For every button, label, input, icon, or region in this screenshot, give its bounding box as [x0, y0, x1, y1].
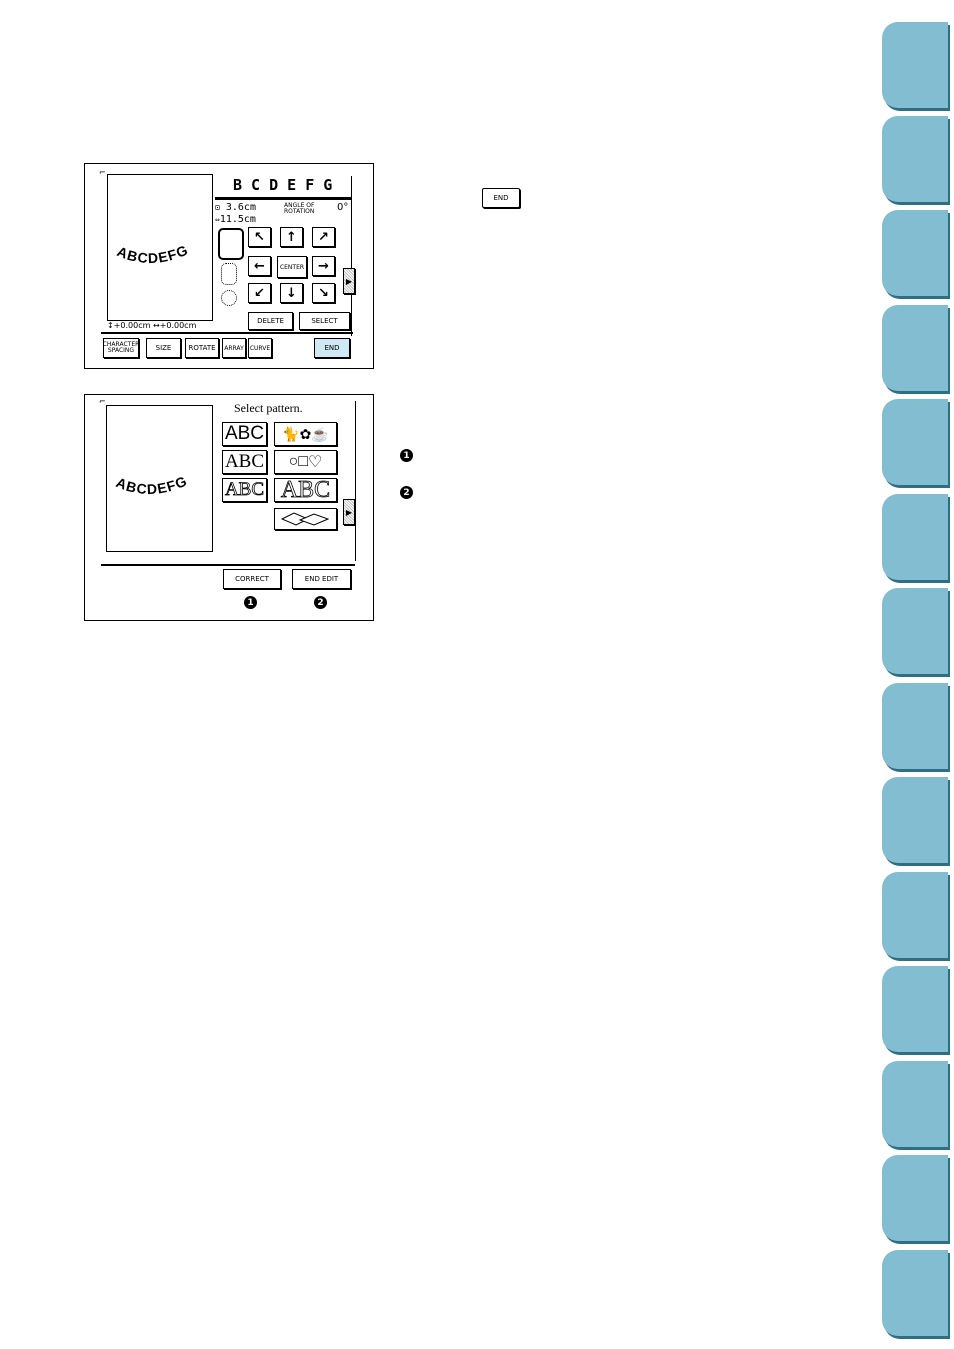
screen-select-pattern-panel: ⌐ ABCDEFG Select pattern. ABC ABC ABC 🐈 ✿… — [84, 394, 374, 621]
pattern-preview: ABCDEFG — [106, 405, 213, 552]
circle-icon: ○ — [288, 453, 299, 470]
select-button[interactable]: SELECT — [299, 312, 350, 330]
next-page-button[interactable]: ▶ — [343, 268, 355, 294]
correct-button[interactable]: CORRECT — [223, 569, 281, 589]
move-up-button[interactable]: ↑ — [280, 227, 303, 247]
size-button[interactable]: SIZE — [146, 338, 181, 358]
chapter-tab-7[interactable] — [882, 588, 948, 674]
chapter-tab-6[interactable] — [882, 494, 948, 580]
chapter-tab-14[interactable] — [882, 1250, 948, 1336]
svg-text:ABCDEFG: ABCDEFG — [115, 241, 191, 266]
svg-text:ABCDEFG: ABCDEFG — [114, 472, 190, 497]
large-hoop-icon[interactable] — [218, 228, 244, 260]
corner-mark: ⌐ — [99, 397, 106, 406]
font-2-button[interactable]: ABC — [222, 450, 267, 474]
large-font-button[interactable]: ABC — [274, 476, 337, 503]
move-down-right-button[interactable]: ↘ — [312, 283, 335, 303]
height-value: 3.6cm — [225, 202, 256, 213]
rotate-button[interactable]: ROTATE — [185, 338, 219, 358]
inline-end-key: END — [482, 188, 520, 208]
chapter-tab-10[interactable] — [882, 872, 948, 958]
chapter-tab-1[interactable] — [882, 22, 948, 108]
flower-icon: ✿ — [299, 425, 312, 442]
memory-card-icon — [280, 512, 329, 526]
chapter-tab-12[interactable] — [882, 1061, 948, 1147]
arched-text-preview: ABCDEFG — [115, 241, 191, 266]
end-button[interactable]: END — [314, 338, 350, 358]
chapter-tab-13[interactable] — [882, 1155, 948, 1241]
cat-icon: 🐈 — [282, 425, 300, 442]
lcd-right-edge — [351, 176, 352, 336]
medium-hoop-icon[interactable] — [221, 263, 237, 285]
move-left-button[interactable]: ← — [248, 256, 271, 276]
cup-icon: ☕ — [311, 425, 329, 442]
heart-icon: ♡ — [308, 454, 323, 471]
square-icon: □ — [298, 453, 308, 470]
center-button[interactable]: CENTER — [277, 256, 307, 278]
chapter-tab-4[interactable] — [882, 305, 948, 391]
height-readout: ⊡ 3.6cm — [215, 202, 256, 213]
move-up-right-button[interactable]: ↗ — [312, 227, 335, 247]
chapter-tab-5[interactable] — [882, 399, 948, 485]
array-button[interactable]: ARRAY — [222, 338, 246, 358]
select-pattern-prompt: Select pattern. — [234, 401, 303, 415]
move-down-button[interactable]: ↓ — [280, 283, 303, 303]
next-page-button[interactable]: ▶ — [343, 499, 355, 525]
embroidery-patterns-button[interactable]: 🐈 ✿ ☕ — [274, 422, 337, 446]
height-icon: ⊡ — [215, 203, 220, 212]
move-right-button[interactable]: → — [312, 256, 335, 276]
pattern-preview: ABCDEFG — [107, 174, 213, 321]
legend-marker-2: 2 — [400, 486, 413, 499]
width-value: 11.5cm — [219, 214, 256, 225]
move-up-left-button[interactable]: ↖ — [248, 227, 271, 247]
chapter-tabs — [882, 0, 954, 1349]
callout-1: 1 — [244, 596, 257, 609]
angle-label: ANGLE OF ROTATION — [284, 202, 315, 215]
chapter-tab-9[interactable] — [882, 777, 948, 863]
curve-button[interactable]: CURVE — [248, 338, 272, 358]
screen-edit-panel: ⌐ ABCDEFG B C D E F G ⊡ 3.6cm ⇔11.5cm AN… — [84, 163, 374, 369]
delete-button[interactable]: DELETE — [248, 312, 293, 330]
frame-shapes-button[interactable]: ○ □ ♡ — [274, 450, 337, 474]
angle-value: 0° — [337, 202, 349, 213]
legend-marker-1: 1 — [400, 449, 413, 462]
position-readout: ↕+0.00cm ↔+0.00cm — [107, 321, 197, 330]
arched-text-preview: ABCDEFG — [114, 472, 190, 497]
toolbar-divider — [101, 332, 353, 334]
callout-2: 2 — [314, 596, 327, 609]
small-hoop-icon[interactable] — [221, 290, 237, 306]
width-readout: ⇔11.5cm — [215, 214, 256, 225]
character-spacing-button[interactable]: CHARACTER SPACING — [103, 338, 139, 358]
chapter-tab-2[interactable] — [882, 116, 948, 202]
chapter-tab-11[interactable] — [882, 966, 948, 1052]
chapter-tab-8[interactable] — [882, 683, 948, 769]
card-reader-button[interactable] — [274, 508, 337, 530]
toolbar-divider — [101, 564, 355, 566]
end-edit-button[interactable]: END EDIT — [292, 569, 351, 589]
corner-mark: ⌐ — [99, 168, 106, 177]
lcd-right-edge — [355, 401, 356, 561]
chapter-tab-3[interactable] — [882, 210, 948, 296]
title-underline — [215, 197, 351, 200]
font-3-button[interactable]: ABC — [222, 478, 267, 502]
font-1-button[interactable]: ABC — [222, 422, 267, 446]
move-down-left-button[interactable]: ↙ — [248, 283, 271, 303]
edit-title-letters: B C D E F G — [233, 176, 333, 194]
